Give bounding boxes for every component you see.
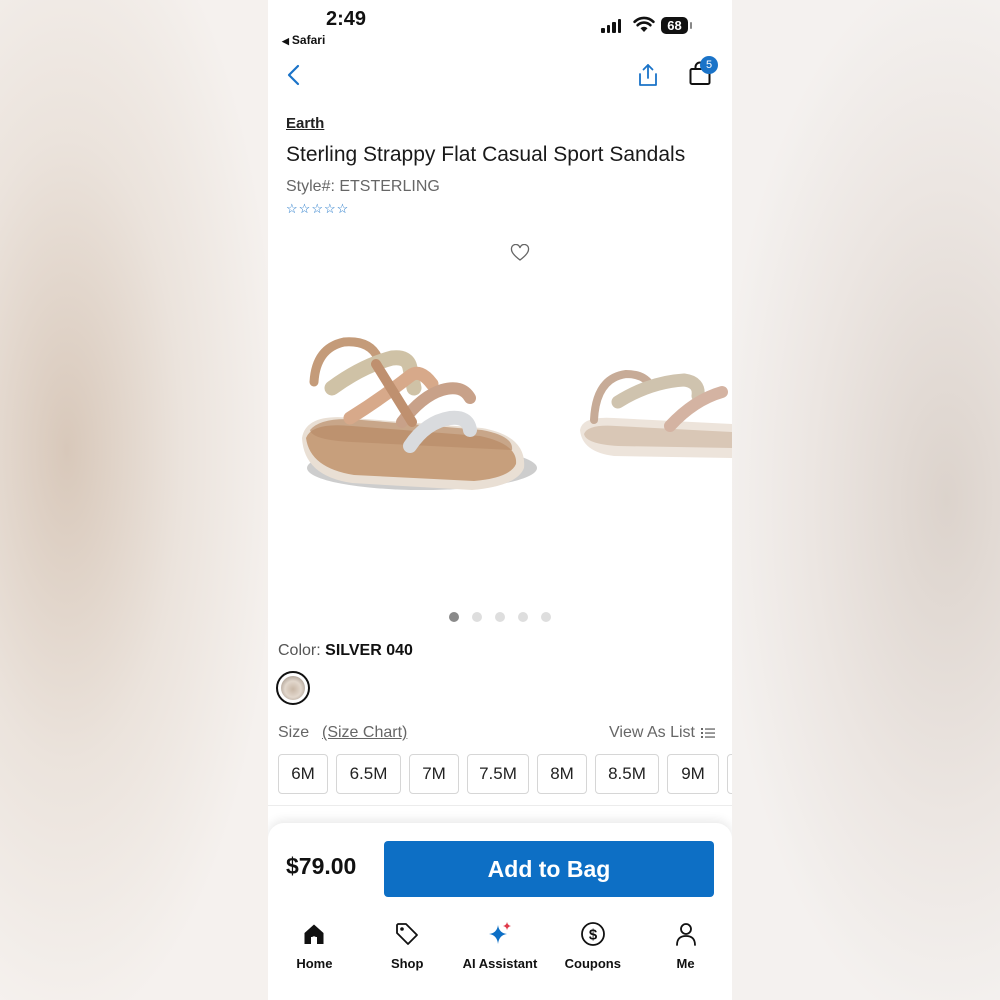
back-app-label: Safari bbox=[291, 33, 326, 47]
background-left bbox=[0, 0, 268, 1000]
style-number: Style#: ETSTERLING bbox=[286, 178, 440, 195]
battery-icon: 68 bbox=[661, 17, 692, 34]
carousel-dot[interactable] bbox=[541, 612, 551, 622]
star-icon: ☆ bbox=[336, 201, 349, 216]
tab-label: Me bbox=[676, 956, 695, 971]
size-options: 6M 6.5M 7M 7.5M 8M 8.5M 9M bbox=[278, 754, 732, 794]
carousel-dot[interactable] bbox=[518, 612, 528, 622]
tab-label: AI Assistant bbox=[462, 956, 538, 971]
size-option[interactable]: 8.5M bbox=[595, 754, 659, 794]
background-right bbox=[732, 0, 1000, 1000]
size-option[interactable]: 6M bbox=[278, 754, 328, 794]
carousel-dot[interactable] bbox=[449, 612, 459, 622]
dollar-coin-icon: $ bbox=[580, 922, 605, 946]
sparkle-icon bbox=[488, 922, 511, 944]
star-icon: ☆ bbox=[298, 201, 311, 216]
tab-me[interactable]: Me bbox=[640, 914, 732, 1000]
star-icon: ☆ bbox=[323, 201, 336, 216]
divider bbox=[268, 805, 732, 806]
product-image-main[interactable] bbox=[292, 318, 542, 508]
tag-icon bbox=[396, 923, 419, 945]
tab-home[interactable]: Home bbox=[268, 914, 360, 1000]
view-as-list-label: View As List bbox=[609, 724, 695, 741]
price: $79.00 bbox=[286, 853, 357, 879]
color-value: SILVER 040 bbox=[325, 642, 413, 659]
home-icon bbox=[304, 924, 324, 944]
back-triangle-icon: ◀ bbox=[282, 36, 289, 46]
tab-bar: Home Shop AI Assistant $ Coupons Me bbox=[268, 914, 732, 1000]
tab-shop[interactable]: Shop bbox=[361, 914, 453, 1000]
size-chart-link[interactable]: (Size Chart) bbox=[322, 724, 407, 742]
color-label: Color: SILVER 040 bbox=[278, 642, 413, 660]
person-icon bbox=[675, 923, 696, 946]
size-option[interactable]: 6.5M bbox=[336, 754, 401, 794]
phone-screen: 2:49 ◀ Safari 68 5 Earth Sterling Strappy… bbox=[268, 0, 732, 1000]
add-to-bag-button[interactable]: Add to Bag bbox=[384, 841, 714, 897]
brand-link[interactable]: Earth bbox=[286, 115, 324, 132]
star-icon: ☆ bbox=[311, 201, 323, 216]
color-swatch-selected[interactable] bbox=[276, 671, 310, 705]
size-option-partial[interactable] bbox=[727, 754, 732, 794]
tab-ai-assistant[interactable]: AI Assistant bbox=[454, 914, 546, 1000]
carousel-dot[interactable] bbox=[472, 612, 482, 622]
share-icon[interactable] bbox=[636, 62, 660, 88]
tab-label: Coupons bbox=[564, 956, 621, 971]
view-as-list-toggle[interactable]: View As List bbox=[609, 724, 715, 742]
back-to-safari[interactable]: ◀ Safari bbox=[282, 33, 325, 47]
tab-coupons[interactable]: $ Coupons bbox=[547, 914, 639, 1000]
carousel-dot[interactable] bbox=[495, 612, 505, 622]
rating-stars[interactable]: ☆ ☆ ☆ ☆ ☆ bbox=[286, 202, 348, 216]
list-icon bbox=[700, 728, 715, 738]
carousel-dots[interactable] bbox=[268, 612, 732, 622]
color-label-text: Color: bbox=[278, 642, 321, 659]
size-option[interactable]: 9M bbox=[667, 754, 719, 794]
tab-label: Home bbox=[296, 956, 333, 971]
tab-label: Shop bbox=[390, 956, 424, 971]
swatch-thumbnail bbox=[281, 676, 305, 700]
svg-text:$: $ bbox=[589, 927, 598, 944]
star-icon: ☆ bbox=[286, 201, 298, 216]
bag-count-badge: 5 bbox=[700, 56, 718, 74]
size-option[interactable]: 8M bbox=[537, 754, 587, 794]
signal-icon bbox=[601, 19, 621, 33]
product-image-next[interactable] bbox=[574, 360, 732, 470]
size-option[interactable]: 7.5M bbox=[467, 754, 529, 794]
size-option[interactable]: 7M bbox=[409, 754, 459, 794]
heart-icon[interactable] bbox=[510, 244, 530, 262]
product-title: Sterling Strappy Flat Casual Sport Sanda… bbox=[286, 143, 686, 166]
back-arrow-icon[interactable] bbox=[284, 62, 306, 88]
status-time: 2:49 bbox=[326, 8, 367, 30]
size-label: Size bbox=[278, 724, 310, 741]
wifi-icon bbox=[633, 16, 655, 32]
